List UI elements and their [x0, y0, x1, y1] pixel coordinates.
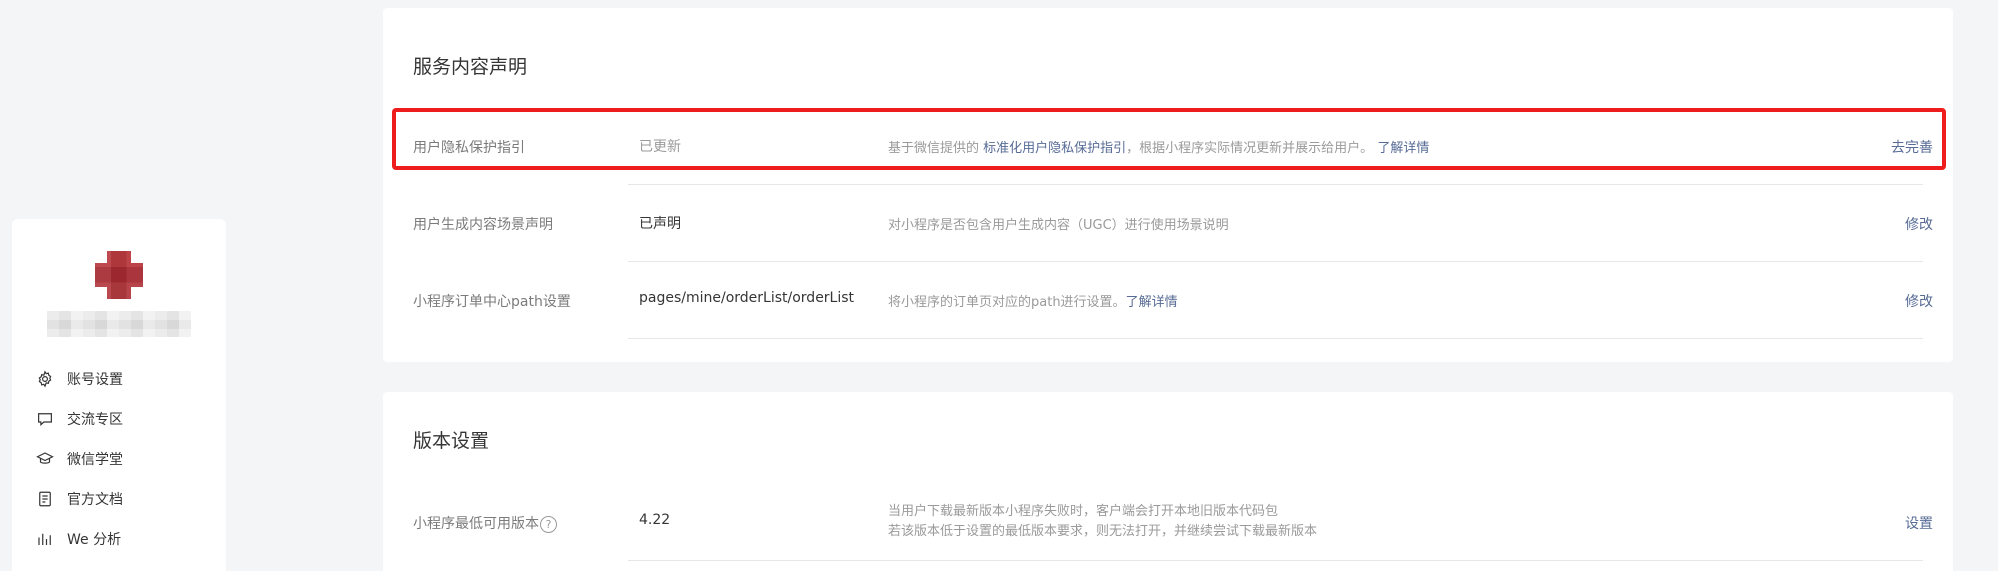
- sidebar-item-we-analytics[interactable]: We 分析: [12, 519, 226, 559]
- row-status: 4.22: [639, 512, 671, 528]
- ugc-declaration-row: 用户生成内容场景声明 已声明 对小程序是否包含用户生成内容（UGC）进行使用场景…: [383, 185, 1953, 262]
- row-label: 小程序订单中心path设置: [413, 294, 571, 310]
- chat-bubble-icon: [36, 410, 54, 428]
- row-label: 小程序最低可用版本?: [413, 513, 557, 533]
- section-title: 版本设置: [413, 430, 490, 452]
- sidebar-item-community[interactable]: 交流专区: [12, 399, 226, 439]
- sidebar-item-official-docs[interactable]: 官方文档: [12, 479, 226, 519]
- help-icon[interactable]: ?: [540, 515, 557, 533]
- sidebar-item-label: We 分析: [67, 532, 122, 548]
- row-status: 已声明: [639, 216, 681, 232]
- edit-button[interactable]: 修改: [1905, 214, 1933, 234]
- learn-more-link[interactable]: 了解详情: [1377, 141, 1429, 156]
- sidebar-item-wechat-academy[interactable]: 微信学堂: [12, 439, 226, 479]
- edit-button[interactable]: 修改: [1905, 291, 1933, 311]
- sidebar-item-account-settings[interactable]: 账号设置: [12, 359, 226, 399]
- divider: [628, 560, 1923, 561]
- min-version-row: 小程序最低可用版本? 4.22 当用户下载最新版本小程序失败时，客户端会打开本地…: [383, 484, 1953, 561]
- settings-button[interactable]: 设置: [1905, 513, 1933, 533]
- section-title: 服务内容声明: [413, 56, 528, 78]
- document-icon: [36, 490, 54, 508]
- bar-analytics-icon: [36, 530, 54, 548]
- row-description: 将小程序的订单页对应的path进行设置。了解详情: [888, 291, 1178, 310]
- row-description: 对小程序是否包含用户生成内容（UGC）进行使用场景说明: [888, 218, 1229, 233]
- complete-button[interactable]: 去完善: [1891, 137, 1933, 157]
- sidebar-item-label: 账号设置: [67, 372, 123, 388]
- row-label-text: 小程序最低可用版本: [413, 516, 539, 532]
- avatar[interactable]: [95, 251, 143, 299]
- desc-line: 当用户下载最新版本小程序失败时，客户端会打开本地旧版本代码包: [888, 504, 1279, 519]
- privacy-guideline-row: 用户隐私保护指引 已更新 基于微信提供的 标准化用户隐私保护指引，根据小程序实际…: [383, 108, 1953, 185]
- desc-text: ，根据小程序实际情况更新并展示给用户。: [1126, 141, 1374, 156]
- graduation-cap-icon: [36, 450, 54, 468]
- row-label: 用户隐私保护指引: [413, 140, 525, 156]
- sidebar-item-label: 微信学堂: [67, 452, 123, 468]
- gear-icon: [36, 370, 54, 388]
- sidebar-menu: 账号设置 交流专区 微信学堂 官方文档 We 分析: [12, 359, 226, 559]
- row-label: 用户生成内容场景声明: [413, 217, 553, 233]
- version-settings-card: 版本设置 小程序最低可用版本? 4.22 当用户下载最新版本小程序失败时，客户端…: [383, 392, 1953, 571]
- sidebar-item-label: 交流专区: [67, 412, 123, 428]
- learn-more-link[interactable]: 了解详情: [1126, 295, 1178, 310]
- account-name-blurred: [47, 311, 191, 337]
- divider: [628, 338, 1923, 339]
- service-declaration-card: 服务内容声明 用户隐私保护指引 已更新 基于微信提供的 标准化用户隐私保护指引，…: [383, 8, 1953, 362]
- privacy-guideline-link[interactable]: 标准化用户隐私保护指引: [983, 141, 1126, 156]
- order-path-row: 小程序订单中心path设置 pages/mine/orderList/order…: [383, 262, 1953, 339]
- desc-line: 若该版本低于设置的最低版本要求，则无法打开，并继续尝试下载最新版本: [888, 524, 1318, 539]
- row-status: pages/mine/orderList/orderList: [639, 290, 855, 306]
- desc-text: 基于微信提供的: [888, 141, 984, 156]
- desc-text: 将小程序的订单页对应的path进行设置。: [888, 295, 1126, 310]
- row-description: 基于微信提供的 标准化用户隐私保护指引，根据小程序实际情况更新并展示给用户。 了…: [888, 137, 1429, 156]
- row-description: 当用户下载最新版本小程序失败时，客户端会打开本地旧版本代码包 若该版本低于设置的…: [888, 502, 1317, 542]
- sidebar-item-label: 官方文档: [67, 492, 123, 508]
- row-status: 已更新: [639, 139, 681, 155]
- account-sidebar: 账号设置 交流专区 微信学堂 官方文档 We 分析: [12, 219, 226, 571]
